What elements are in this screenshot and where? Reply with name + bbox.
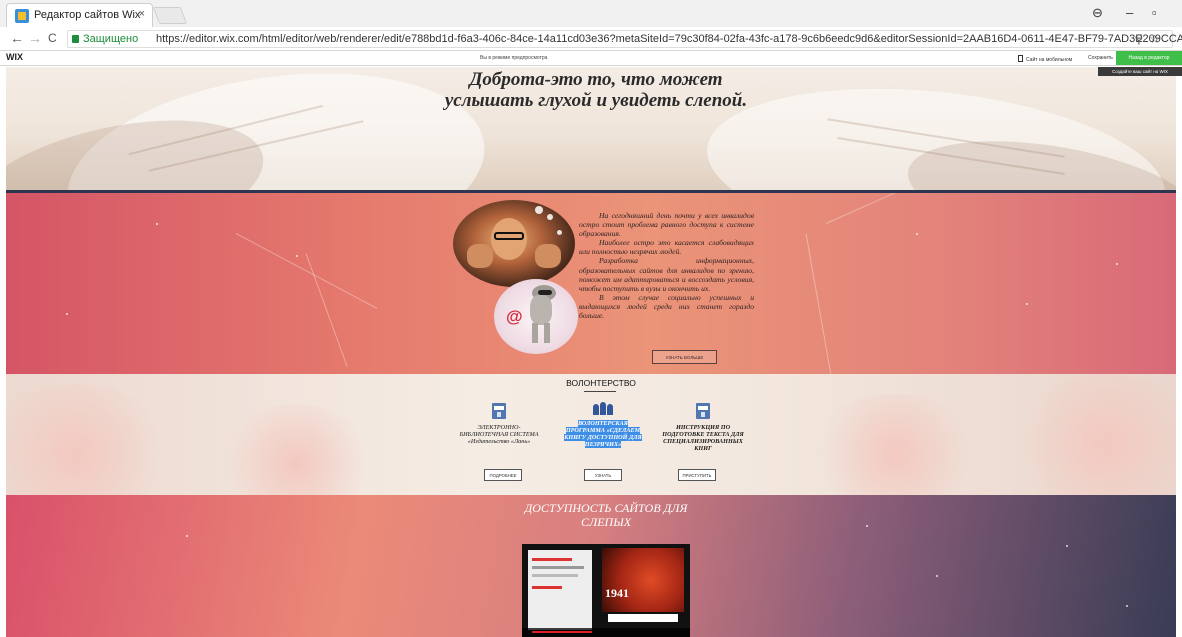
star-sparkle <box>936 575 938 577</box>
learn-button[interactable]: УЗНАТЬ <box>584 469 622 481</box>
back-to-editor-button[interactable]: Назад в редактор <box>1116 51 1182 65</box>
floral-pattern <box>216 404 376 495</box>
back-arrow-icon[interactable]: ← <box>10 30 24 46</box>
library-icon <box>696 403 710 419</box>
hero-section: Доброта-это то, что может услышать глухо… <box>6 67 1176 190</box>
video-control-bar[interactable] <box>522 628 690 637</box>
forward-arrow-icon[interactable]: → <box>28 30 42 46</box>
star-sparkle <box>1066 545 1068 547</box>
hero-title-line2: услышать глухой и увидеть слепой. <box>444 90 748 111</box>
tab-title: Редактор сайтов Wix <box>34 9 141 21</box>
account-icon[interactable]: ⊖ <box>1092 5 1103 21</box>
card-instructions: ИНСТРУКЦИЯ ПО ПОДГОТОВКЕ ТЕКСТА ДЛЯ СПЕЦ… <box>658 403 748 452</box>
bokeh-light <box>557 230 562 235</box>
star-sparkle <box>66 313 68 315</box>
browser-tab-strip: Редактор сайтов Wix × ⊖ – ▫ <box>0 0 1182 27</box>
restore-icon[interactable]: ▫ <box>1152 5 1157 20</box>
details-button[interactable]: ПОДРОБНЕЕ <box>484 469 522 481</box>
video-year-label: 1941 <box>605 586 629 600</box>
card-library: ЭЛЕКТРОННО-БИБЛИОТЕЧНАЯ СИСТЕМА «Издател… <box>454 403 544 445</box>
intro-paragraph: Разработка информационных, образовательн… <box>579 256 754 293</box>
learn-more-button[interactable]: УЗНАТЬ БОЛЬШЕ <box>652 350 717 364</box>
star-sparkle <box>1126 605 1128 607</box>
new-tab-button[interactable] <box>152 7 188 24</box>
intro-paragraph: Наиболее остро это касается слабовидящих… <box>579 238 754 257</box>
video-progress-bar[interactable] <box>532 631 592 633</box>
site-preview: Доброта-это то, что может услышать глухо… <box>6 67 1176 637</box>
tab-close-icon[interactable]: × <box>139 8 145 20</box>
intro-paragraph: На сегодняшний день почти у всех инвалид… <box>579 211 754 239</box>
library-icon <box>492 403 506 419</box>
card-title[interactable]: ЭЛЕКТРОННО-БИБЛИОТЕЧНАЯ СИСТЕМА «Издател… <box>454 424 544 445</box>
accessibility-title: ДОСТУПНОСТЬ САЙТОВ ДЛЯ СЛЕПЫХ <box>524 501 688 529</box>
at-sign-icon: @ <box>506 307 523 326</box>
bokeh-light <box>547 214 553 220</box>
video-thumbnail-page <box>528 550 592 630</box>
star-sparkle <box>1026 303 1028 305</box>
robot-at-sign-photo: @ <box>494 279 578 354</box>
robot-leg <box>544 323 550 343</box>
accessibility-section: ДОСТУПНОСТЬ САЙТОВ ДЛЯ СЛЕПЫХ 1941 <box>6 495 1176 637</box>
boy-hand-right <box>535 244 561 268</box>
constellation-line <box>805 233 833 374</box>
star-sparkle <box>866 525 868 527</box>
wix-favicon-icon <box>15 9 29 23</box>
robot-leg <box>532 323 538 343</box>
volunteer-title: ВОЛОНТЕРСТВО <box>566 378 636 388</box>
volunteer-section: ВОЛОНТЕРСТВО ЭЛЕКТРОННО-БИБЛИОТЕЧНАЯ СИС… <box>6 374 1176 495</box>
floral-pattern <box>6 384 176 495</box>
intro-text: На сегодняшний день почти у всех инвалид… <box>579 211 754 320</box>
save-link[interactable]: Сохранить <box>1088 55 1113 61</box>
zoom-and-bookmark-icons[interactable]: ⚲☆ <box>1134 32 1166 46</box>
star-sparkle <box>186 535 188 537</box>
wix-logo: WIX <box>6 52 23 62</box>
glasses-icon <box>494 232 524 240</box>
constellation-line <box>825 193 955 224</box>
boy-hand-left <box>467 244 493 268</box>
start-button[interactable]: ПРИСТУПИТЬ <box>678 469 716 481</box>
video-thumbnail-image <box>602 548 684 612</box>
robot-body <box>530 295 552 325</box>
preview-mode-text: Вы в режиме предпросмотра <box>480 55 548 61</box>
wix-editor-bar: WIX Вы в режиме предпросмотра Сайт на мо… <box>0 51 1182 66</box>
intro-paragraph: В этом случае социально успешных и выдаю… <box>579 292 754 321</box>
star-sparkle <box>1116 263 1118 265</box>
card-title[interactable]: ВОЛОНТЕРСКАЯ ПРОГРАММА «СДЕЛАЕМ КНИГУ ДО… <box>558 420 648 448</box>
browser-tab[interactable]: Редактор сайтов Wix × <box>6 3 153 27</box>
secure-label: Защищено <box>83 33 139 45</box>
create-site-tooltip: Создайте ваш сайт на WIX <box>1098 67 1182 76</box>
constellation-line <box>305 253 348 367</box>
star-sparkle <box>916 233 918 235</box>
boy-with-glasses-photo <box>453 200 575 287</box>
people-icon <box>593 401 613 415</box>
bokeh-light <box>535 206 543 214</box>
star-sparkle <box>156 223 158 225</box>
reload-icon[interactable]: C <box>48 31 57 45</box>
minimize-icon[interactable]: – <box>1126 5 1133 20</box>
floral-pattern <box>1006 374 1176 495</box>
intro-section: @ На сегодняшний день почти у всех инвал… <box>6 193 1176 374</box>
url-text[interactable]: https://editor.wix.com/html/editor/web/r… <box>156 33 1182 45</box>
card-title[interactable]: ИНСТРУКЦИЯ ПО ПОДГОТОВКЕ ТЕКСТА ДЛЯ СПЕЦ… <box>658 424 748 452</box>
hero-title-line1: Доброта-это то, что может <box>469 69 723 90</box>
star-sparkle <box>296 255 298 257</box>
video-caption <box>608 614 678 622</box>
floral-pattern <box>806 394 986 495</box>
title-underline <box>584 391 616 392</box>
mobile-view-link[interactable]: Сайт на мобильном <box>1018 55 1072 63</box>
url-input[interactable]: Защищено https://editor.wix.com/html/edi… <box>67 30 1182 48</box>
address-bar: ← → C Защищено https://editor.wix.com/ht… <box>0 27 1182 51</box>
constellation-line <box>235 233 378 310</box>
lock-icon <box>72 35 79 43</box>
hero-title: Доброта-это то, что может услышать глухо… <box>386 69 806 111</box>
video-player[interactable]: 1941 <box>522 544 690 637</box>
card-volunteer-program: ВОЛОНТЕРСКАЯ ПРОГРАММА «СДЕЛАЕМ КНИГУ ДО… <box>558 401 648 448</box>
